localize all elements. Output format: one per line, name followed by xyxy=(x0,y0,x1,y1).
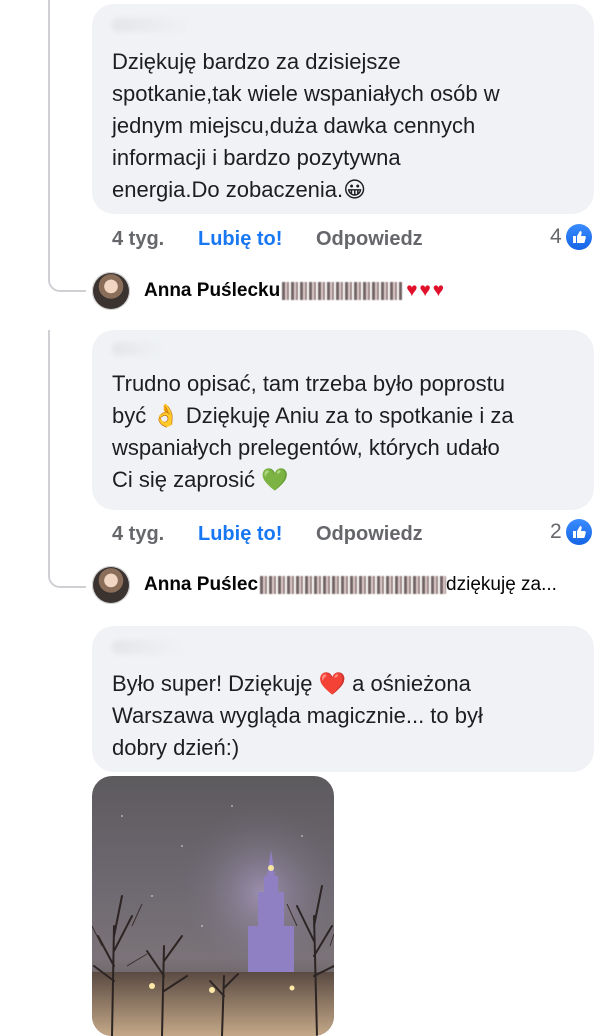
reaction-count: 4 xyxy=(550,225,562,248)
reaction-summary[interactable]: 2 xyxy=(550,519,592,545)
photo-scene xyxy=(92,776,334,1036)
comment-timestamp[interactable]: 4 tyg. xyxy=(112,523,164,546)
heart-emojis: ♥♥♥ xyxy=(406,280,447,301)
reply-preview[interactable]: Anna Puślecku ♥♥♥ xyxy=(92,272,446,310)
comment-actions: 4 tyg. Lubię to! Odpowiedz xyxy=(112,228,602,256)
thread-line-2 xyxy=(48,330,50,570)
comment-author xyxy=(112,18,252,32)
snowy-warsaw-palace-of-culture-photo[interactable] xyxy=(92,776,334,1036)
comment-bubble: Trudno opisać, tam trzeba było poprostu … xyxy=(92,330,594,510)
comment-author xyxy=(112,342,202,356)
comment-timestamp[interactable]: 4 tyg. xyxy=(112,228,164,251)
like-button[interactable]: Lubię to! xyxy=(198,228,282,251)
reply-button[interactable]: Odpowiedz xyxy=(316,523,423,546)
comment-bubble: Dziękuję bardzo za dzisiejsze spotkanie,… xyxy=(92,4,594,214)
thread-connector-2 xyxy=(48,560,86,588)
user-avatar[interactable] xyxy=(92,566,130,604)
thread-line-1 xyxy=(48,0,50,280)
reaction-summary[interactable]: 4 xyxy=(550,224,592,250)
thread-connector-1 xyxy=(48,262,86,292)
comment-author xyxy=(112,640,232,654)
comment-text: Dziękuję bardzo za dzisiejsze spotkanie,… xyxy=(112,49,500,202)
comment-text: Było super! Dziękuję ❤️ a ośnieżona Wars… xyxy=(112,671,483,760)
redacted-text xyxy=(282,282,403,300)
reply-snippet: dziękuję za... xyxy=(446,574,557,595)
like-button[interactable]: Lubię to! xyxy=(198,523,282,546)
comment-text: Trudno opisać, tam trzeba było poprostu … xyxy=(112,371,514,492)
thumbs-up-icon xyxy=(565,224,592,250)
redacted-text xyxy=(260,576,447,594)
thumbs-up-icon xyxy=(565,519,592,545)
reply-author-name[interactable]: Anna Puślec xyxy=(144,574,258,596)
reply-button[interactable]: Odpowiedz xyxy=(316,228,423,251)
user-avatar[interactable] xyxy=(92,272,130,310)
comment-bubble: Było super! Dziękuję ❤️ a ośnieżona Wars… xyxy=(92,626,594,772)
comment-actions: 4 tyg. Lubię to! Odpowiedz xyxy=(112,523,602,551)
reply-preview[interactable]: Anna Puślec dziękuję za... xyxy=(92,566,557,604)
reaction-count: 2 xyxy=(550,520,562,543)
reply-author-name[interactable]: Anna Puślecku xyxy=(144,280,280,302)
